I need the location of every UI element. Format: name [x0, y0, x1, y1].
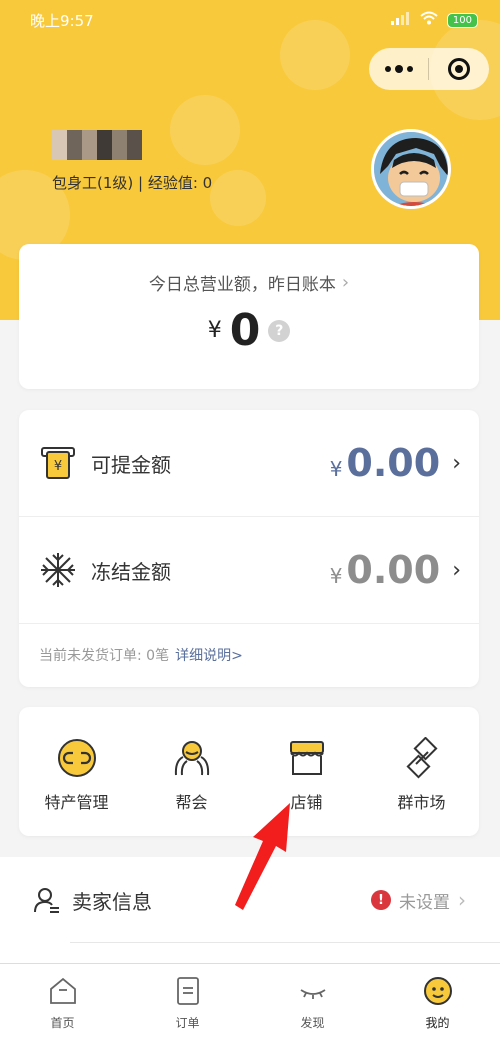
user-icon [34, 887, 60, 913]
warning-icon: ! [371, 890, 391, 910]
tool-guild[interactable]: 帮会 [134, 737, 249, 836]
seller-info-row[interactable]: 卖家信息 ! 未设置 › [0, 857, 500, 943]
wallet-icon: ¥ [39, 444, 77, 482]
revenue-title: 今日总营业额，昨日账本 [148, 275, 336, 295]
tab-bar: 首页 订单 发现 我的 [0, 963, 500, 1039]
chevron-right-icon: › [452, 557, 461, 583]
svg-text:¥: ¥ [54, 459, 62, 474]
list-spacer [0, 943, 500, 963]
tab-home[interactable]: 首页 [0, 964, 125, 1039]
seller-info-label: 卖家信息 [72, 889, 152, 914]
pending-orders-text: 当前未发货订单: 0笔 [39, 648, 170, 664]
tool-group-market[interactable]: 群市场 [364, 737, 479, 836]
tool-label: 帮会 [175, 793, 208, 812]
chevron-right-icon: › [452, 450, 461, 476]
tab-discover[interactable]: 发现 [250, 964, 375, 1039]
chevron-right-icon: › [341, 272, 350, 293]
tools-card: 特产管理 帮会 店铺 群市场 [19, 707, 479, 836]
help-icon[interactable]: ? [268, 319, 291, 342]
tab-label: 订单 [175, 1016, 200, 1030]
tab-mine[interactable]: 我的 [375, 964, 500, 1039]
eye-icon [298, 976, 328, 1006]
miniprogram-capsule [369, 48, 489, 90]
more-dot-icon [406, 66, 413, 72]
withdrawable-label: 可提金额 [91, 452, 171, 477]
balance-card: ¥ 可提金额 ¥ 0.00 › 冻结金额 ¥ 0.00 › 当前未发货订单: 0… [19, 410, 479, 687]
chevron-right-icon: › [458, 888, 466, 912]
tool-shop[interactable]: 店铺 [249, 737, 364, 836]
tool-specialty-management[interactable]: 特产管理 [19, 737, 134, 836]
signal-icon [390, 11, 411, 29]
currency-symbol: ¥ [329, 564, 343, 588]
frozen-label: 冻结金额 [91, 559, 171, 584]
tool-label: 特产管理 [44, 793, 109, 812]
target-icon [448, 58, 470, 80]
withdrawable-amount: 0.00 [346, 441, 441, 485]
more-button[interactable] [369, 65, 428, 73]
tab-label: 首页 [50, 1016, 75, 1030]
order-icon [173, 976, 203, 1006]
group-icon [171, 737, 213, 779]
profile-icon [423, 976, 453, 1006]
frozen-amount: 0.00 [346, 548, 441, 592]
tool-label: 店铺 [290, 793, 323, 812]
wifi-icon [419, 11, 439, 29]
seller-info-status: 未设置 [399, 892, 450, 913]
currency-symbol: ¥ [329, 457, 343, 481]
currency-symbol: ¥ [207, 318, 222, 343]
link-icon [56, 737, 98, 779]
tool-label: 群市场 [397, 793, 446, 812]
tab-label: 我的 [425, 1016, 450, 1030]
more-dot-icon [394, 65, 403, 73]
more-dot-icon [384, 66, 391, 72]
status-bar: 晚上9:57 100 [0, 0, 500, 40]
shop-icon [286, 737, 328, 779]
withdrawable-row[interactable]: ¥ 可提金额 ¥ 0.00 › [19, 410, 479, 517]
snowflake-icon [39, 551, 77, 589]
pending-orders: 当前未发货订单: 0笔 详细说明> [19, 624, 479, 686]
revenue-card[interactable]: 今日总营业额，昨日账本 › ¥ 0 ? [19, 244, 479, 389]
tab-orders[interactable]: 订单 [125, 964, 250, 1039]
battery-icon: 100 [446, 12, 478, 28]
revenue-amount: 0 [229, 305, 261, 356]
status-time: 晚上9:57 [30, 11, 94, 30]
avatar[interactable] [371, 129, 451, 209]
detail-link[interactable]: 详细说明> [175, 645, 243, 665]
user-level-text: 包身工(1级) | 经验值: 0 [52, 174, 213, 192]
close-miniprogram-button[interactable] [429, 58, 489, 80]
username-mosaic [52, 130, 142, 160]
tab-label: 发现 [300, 1016, 325, 1030]
home-icon [48, 976, 78, 1006]
market-icon [401, 737, 443, 779]
frozen-row[interactable]: 冻结金额 ¥ 0.00 › [19, 517, 479, 624]
